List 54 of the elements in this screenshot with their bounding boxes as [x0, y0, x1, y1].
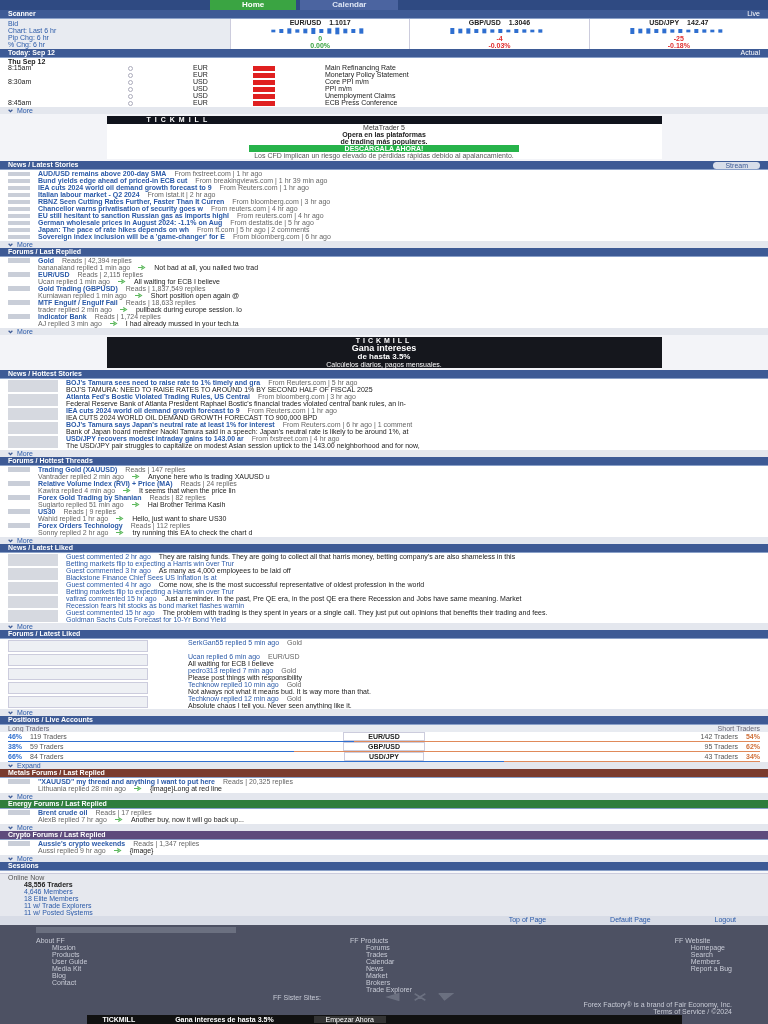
story-thumbnail — [8, 380, 58, 392]
story-icon — [8, 227, 30, 232]
avatar-placeholder — [8, 582, 58, 594]
arrow-icon — [114, 817, 123, 822]
chevron-icon — [8, 108, 13, 113]
arrow-icon — [133, 786, 142, 791]
thread-icon — [8, 258, 30, 263]
story-icon — [8, 192, 30, 197]
arrow-icon — [123, 488, 132, 493]
story-icon — [8, 234, 30, 239]
story-thumbnail — [8, 422, 58, 434]
thread-icon — [8, 272, 30, 277]
thread-icon — [8, 523, 30, 528]
thread-icon — [8, 467, 30, 472]
story-icon — [8, 171, 30, 176]
chevron-icon — [8, 763, 13, 768]
arrow-icon — [116, 516, 125, 521]
avatar-placeholder — [8, 610, 58, 622]
story-icon — [8, 220, 30, 225]
avatar-placeholder — [8, 554, 58, 566]
arrow-icon — [138, 265, 147, 270]
thread-icon — [8, 779, 30, 784]
arrow-icon — [116, 530, 125, 535]
story-thumbnail — [8, 408, 58, 420]
story-icon — [8, 185, 30, 190]
arrow-icon — [109, 321, 118, 326]
thread-icon — [8, 314, 30, 319]
nav-tab[interactable]: Calendar — [300, 0, 399, 10]
thread-icon — [8, 286, 30, 291]
thread-icon — [8, 481, 30, 486]
story-icon — [8, 178, 30, 183]
story-thumbnail — [8, 436, 58, 448]
chevron-icon — [8, 794, 13, 799]
arrow-icon — [134, 293, 143, 298]
ad-headline: de hasta 3.5% — [357, 353, 411, 361]
arrow-icon — [113, 848, 122, 853]
avatar-placeholder — [8, 596, 58, 608]
arrow-icon — [131, 474, 140, 479]
ad-headline: Gana intereses — [351, 344, 417, 353]
thread-icon — [8, 509, 30, 514]
thread-icon — [8, 841, 30, 846]
story-icon — [8, 199, 30, 204]
arrow-icon — [118, 279, 126, 284]
chevron-icon — [8, 825, 13, 830]
avatar-placeholder — [8, 568, 58, 580]
thread-icon — [8, 300, 30, 305]
thread-icon — [8, 495, 30, 500]
story-icon — [8, 206, 30, 211]
story-thumbnail — [8, 394, 58, 406]
arrow-icon — [119, 307, 128, 312]
chevron-icon — [8, 329, 13, 334]
thread-icon — [8, 810, 30, 815]
story-icon — [8, 213, 30, 218]
arrow-icon — [131, 502, 140, 507]
